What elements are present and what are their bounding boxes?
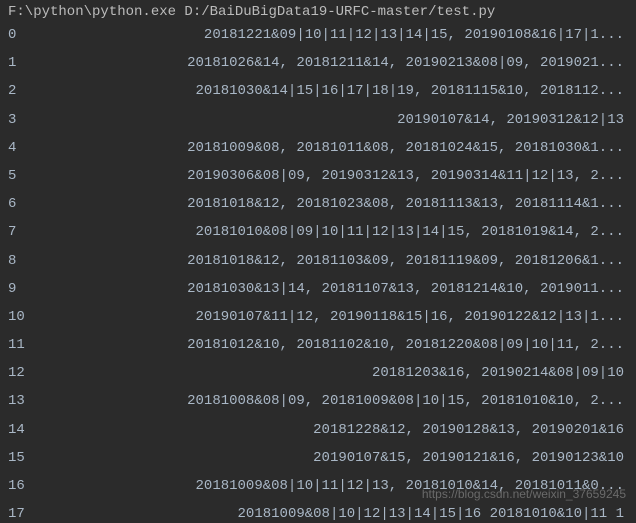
row-data: 20181030&13|14, 20181107&13, 20181214&10… xyxy=(70,280,628,298)
row-data: 20181203&16, 20190214&08|09|10 xyxy=(70,364,628,382)
row-data: 20181018&12, 20181023&08, 20181113&13, 2… xyxy=(70,195,628,213)
row-index: 1 xyxy=(8,54,70,72)
row-index: 0 xyxy=(8,26,70,44)
output-container: 0 20181221&09|10|11|12|13|14|15, 2019010… xyxy=(8,26,628,523)
row-data: 20181030&14|15|16|17|18|19, 20181115&10,… xyxy=(70,82,628,100)
output-row: 14 20181228&12, 20190128&13, 20190201&16 xyxy=(8,421,628,439)
output-row: 10 20190107&11|12, 20190118&15|16, 20190… xyxy=(8,308,628,326)
row-data: 20181228&12, 20190128&13, 20190201&16 xyxy=(70,421,628,439)
row-data: 20190107&11|12, 20190118&15|16, 20190122… xyxy=(70,308,628,326)
output-row: 1 20181026&14, 20181211&14, 20190213&08|… xyxy=(8,54,628,72)
output-row: 2 20181030&14|15|16|17|18|19, 20181115&1… xyxy=(8,82,628,100)
row-data: 20181221&09|10|11|12|13|14|15, 20190108&… xyxy=(70,26,628,44)
row-index: 15 xyxy=(8,449,70,467)
row-index: 10 xyxy=(8,308,70,326)
row-data: 20181018&12, 20181103&09, 20181119&09, 2… xyxy=(70,252,628,270)
watermark: https://blog.csdn.net/weixin_37659245 xyxy=(422,487,626,501)
row-data: 20181008&08|09, 20181009&08|10|15, 20181… xyxy=(70,392,628,410)
row-index: 16 xyxy=(8,477,70,495)
output-row: 0 20181221&09|10|11|12|13|14|15, 2019010… xyxy=(8,26,628,44)
output-row: 17 20181009&08|10|12|13|14|15|16 2018101… xyxy=(8,505,628,523)
output-row: 5 20190306&08|09, 20190312&13, 20190314&… xyxy=(8,167,628,185)
row-index: 8 xyxy=(8,252,70,270)
row-index: 12 xyxy=(8,364,70,382)
row-data: 20181012&10, 20181102&10, 20181220&08|09… xyxy=(70,336,628,354)
row-index: 14 xyxy=(8,421,70,439)
row-data: 20181010&08|09|10|11|12|13|14|15, 201810… xyxy=(70,223,628,241)
output-row: 3 20190107&14, 20190312&12|13 xyxy=(8,111,628,129)
row-index: 2 xyxy=(8,82,70,100)
row-index: 11 xyxy=(8,336,70,354)
output-row: 15 20190107&15, 20190121&16, 20190123&10 xyxy=(8,449,628,467)
row-index: 13 xyxy=(8,392,70,410)
row-index: 4 xyxy=(8,139,70,157)
row-index: 9 xyxy=(8,280,70,298)
row-data: 20181009&08, 20181011&08, 20181024&15, 2… xyxy=(70,139,628,157)
row-index: 7 xyxy=(8,223,70,241)
row-data: 20190107&14, 20190312&12|13 xyxy=(70,111,628,129)
command-line: F:\python\python.exe D:/BaiDuBigData19-U… xyxy=(8,4,628,20)
row-data: 20181009&08|10|12|13|14|15|16 20181010&1… xyxy=(70,505,628,523)
output-row: 11 20181012&10, 20181102&10, 20181220&08… xyxy=(8,336,628,354)
output-row: 12 20181203&16, 20190214&08|09|10 xyxy=(8,364,628,382)
output-row: 9 20181030&13|14, 20181107&13, 20181214&… xyxy=(8,280,628,298)
row-data: 20181026&14, 20181211&14, 20190213&08|09… xyxy=(70,54,628,72)
output-row: 4 20181009&08, 20181011&08, 20181024&15,… xyxy=(8,139,628,157)
output-row: 7 20181010&08|09|10|11|12|13|14|15, 2018… xyxy=(8,223,628,241)
row-index: 17 xyxy=(8,505,70,523)
row-index: 5 xyxy=(8,167,70,185)
row-data: 20190306&08|09, 20190312&13, 20190314&11… xyxy=(70,167,628,185)
row-data: 20190107&15, 20190121&16, 20190123&10 xyxy=(70,449,628,467)
row-index: 6 xyxy=(8,195,70,213)
output-row: 8 20181018&12, 20181103&09, 20181119&09,… xyxy=(8,252,628,270)
output-row: 6 20181018&12, 20181023&08, 20181113&13,… xyxy=(8,195,628,213)
output-row: 13 20181008&08|09, 20181009&08|10|15, 20… xyxy=(8,392,628,410)
row-index: 3 xyxy=(8,111,70,129)
